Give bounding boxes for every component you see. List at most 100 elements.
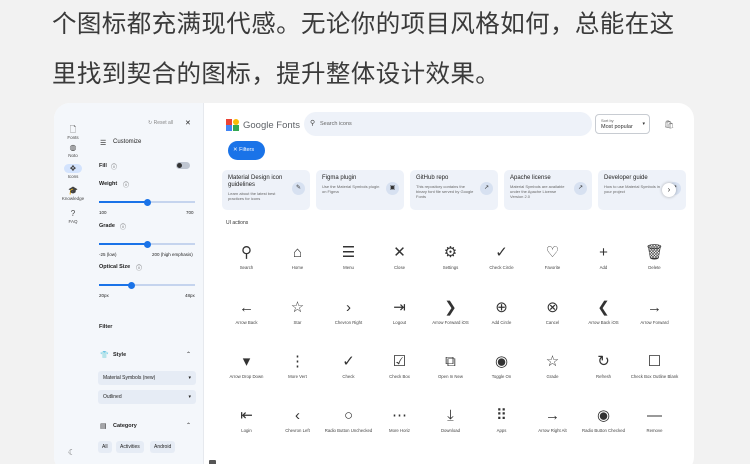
icon-tile[interactable]: ⚲ Search <box>221 242 272 271</box>
icon-tile[interactable]: ⊕ Add Circle <box>476 297 527 326</box>
slider-knob[interactable] <box>128 281 135 289</box>
icon-tile[interactable]: ◉ Radio Button Checked <box>578 405 629 434</box>
icon-tile[interactable]: ♡ Favorite <box>527 242 578 271</box>
chevron-right-icon[interactable]: › <box>662 183 676 197</box>
fill-toggle[interactable] <box>176 162 190 169</box>
school-icon: 🎓 <box>68 186 78 195</box>
icon-tile[interactable]: ◉ Toggle On <box>476 351 527 380</box>
grade-slider[interactable] <box>99 240 195 248</box>
icon-tile[interactable]: ⠿ Apps <box>476 405 527 434</box>
resource-card[interactable]: Apache license Material Symbols are avail… <box>504 170 592 210</box>
grade-max: 200 (high emphasis) <box>152 252 193 257</box>
section-label: UI actions <box>226 220 249 226</box>
icon-tile[interactable]: ⚙ Settings <box>425 242 476 271</box>
slider-knob[interactable] <box>144 240 151 248</box>
icon-tile[interactable]: ⇤ Login <box>221 405 272 434</box>
resource-card[interactable]: Figma plugin Use the Material Symbols plu… <box>316 170 404 210</box>
icon-tile[interactable]: ⇥ Logout <box>374 297 425 326</box>
check-box-icon: ☑ <box>392 353 407 370</box>
icon-tile[interactable]: ❮ Arrow Back iOS <box>578 297 629 326</box>
resource-card[interactable]: Material Design icon guidelines Learn abo… <box>222 170 310 210</box>
add-circle-icon: ⊕ <box>495 299 508 316</box>
icon-name: Download <box>440 428 461 433</box>
download-icon: ⤓ <box>447 407 454 424</box>
shopping-bag-icon[interactable]: 🛍 <box>664 120 674 129</box>
icon-tile[interactable]: ← Arrow Back <box>221 297 272 326</box>
toggle-on-icon: ◉ <box>494 353 509 370</box>
rail-item-faq[interactable]: ? FAQ <box>54 209 92 224</box>
reset-all-link[interactable]: ↻ Reset all <box>148 120 173 126</box>
icon-tile[interactable]: ⋯ More Horiz <box>374 405 425 434</box>
rail-item-icons[interactable]: ❖ Icons <box>54 164 92 179</box>
icon-tile[interactable]: ✓ Check Circle <box>476 242 527 271</box>
icon-tile[interactable]: ‹ Chevron Left <box>272 405 323 434</box>
rail-item-fonts[interactable]: 🗋 Fonts <box>54 125 92 140</box>
slider-fill <box>99 243 147 245</box>
icon-tile[interactable]: ✓ Check <box>323 351 374 380</box>
icon-tile[interactable]: ○ Radio Button Unchecked <box>323 405 374 434</box>
icon-name: Toggle On <box>491 374 512 379</box>
icon-tile[interactable]: ⌂ Home <box>272 242 323 271</box>
caption-line-1: 个图标都充满现代感。无论你的项目风格如何，总能在这 <box>52 9 675 38</box>
sort-select[interactable]: Sort by Most popular ▾ <box>595 114 650 134</box>
customize-panel: ↻ Reset all ✕ ☰ Customize Fill ⓘ Weight … <box>92 103 204 464</box>
icon-tile[interactable]: ☆ Star <box>272 297 323 326</box>
slider-knob[interactable] <box>144 198 151 206</box>
icon-tile[interactable]: › Chevron Right <box>323 297 374 326</box>
chevron-up-icon[interactable]: ⌃ <box>186 351 191 358</box>
style-icon: 👕 <box>100 352 109 359</box>
filters-button[interactable]: ✕ Filters <box>228 141 265 160</box>
weight-slider[interactable] <box>99 198 195 206</box>
icon-tile[interactable]: ❯ Arrow Forward iOS <box>425 297 476 326</box>
grade-min: -25 (low) <box>99 252 117 257</box>
icon-tile[interactable]: + Add <box>578 242 629 271</box>
icon-tile[interactable]: ☐ Check Box Outline Blank <box>629 351 680 380</box>
brand-name: Google Fonts <box>243 120 301 131</box>
icon-tile[interactable]: ⋮ More Vert <box>272 351 323 380</box>
help-icon: ? <box>70 209 76 218</box>
chevron-up-icon[interactable]: ⌃ <box>186 422 191 429</box>
search-icon: ⚲ <box>310 120 316 127</box>
icon-tile[interactable]: ✕ Close <box>374 242 425 271</box>
icon-name: Search <box>239 265 254 270</box>
icon-tile[interactable]: ☑ Check Box <box>374 351 425 380</box>
remove-icon: — <box>647 407 662 424</box>
favorite-icon: ♡ <box>545 244 560 261</box>
icon-tile[interactable]: ⧉ Open In New <box>425 351 476 380</box>
icon-tile[interactable]: → Arrow Forward <box>629 297 680 326</box>
style-variant-select[interactable]: Outlined ▾ <box>98 390 196 404</box>
icon-tile[interactable]: ⤓ Download <box>425 405 476 434</box>
icon-name: Home <box>291 265 304 270</box>
settings-icon: ⚙ <box>443 244 458 261</box>
icon-tile[interactable]: ↻ Refresh <box>578 351 629 380</box>
icon-name: Cancel <box>545 320 560 325</box>
globe-icon: ◍ <box>69 143 77 152</box>
chevron-left-icon: ‹ <box>295 407 300 424</box>
category-chip[interactable]: Android <box>150 441 176 453</box>
icon-name: Remove <box>646 428 663 433</box>
slider-fill <box>99 201 147 203</box>
category-chip[interactable]: All <box>98 441 112 453</box>
font-icon: 🗋 <box>69 125 77 134</box>
icon-name: Add <box>599 265 608 270</box>
icon-tile[interactable]: → Arrow Right Alt <box>527 405 578 434</box>
cancel-icon: ⊗ <box>546 299 559 316</box>
icon-tile[interactable]: ⊗ Cancel <box>527 297 578 326</box>
dark-mode-icon[interactable]: ☾ <box>68 448 75 457</box>
icon-tile[interactable]: ▾ Arrow Drop Down <box>221 351 272 380</box>
optical-size-slider[interactable] <box>99 281 195 289</box>
icon-name: Chevron Right <box>334 320 363 325</box>
weight-min: 100 <box>99 210 107 215</box>
grade-label: Grade <box>99 223 115 229</box>
icon-tile[interactable]: ☰ Menu <box>323 242 374 271</box>
style-family-select[interactable]: Material Symbols (new) ▾ <box>98 371 196 385</box>
icon-tile[interactable]: — Remove <box>629 405 680 434</box>
rail-item-knowledge[interactable]: 🎓 Knowledge <box>54 186 92 201</box>
category-chip[interactable]: Activities <box>116 441 144 453</box>
resource-card[interactable]: GitHub repo This repository contains the … <box>410 170 498 210</box>
close-icon[interactable]: ✕ <box>185 119 191 127</box>
icon-tile[interactable]: ☆ Grade <box>527 351 578 380</box>
search-input[interactable]: ⚲ Search icons <box>304 112 592 136</box>
rail-item-noto[interactable]: ◍ Noto <box>54 143 92 158</box>
icon-tile[interactable]: 🗑 Delete <box>629 242 680 271</box>
